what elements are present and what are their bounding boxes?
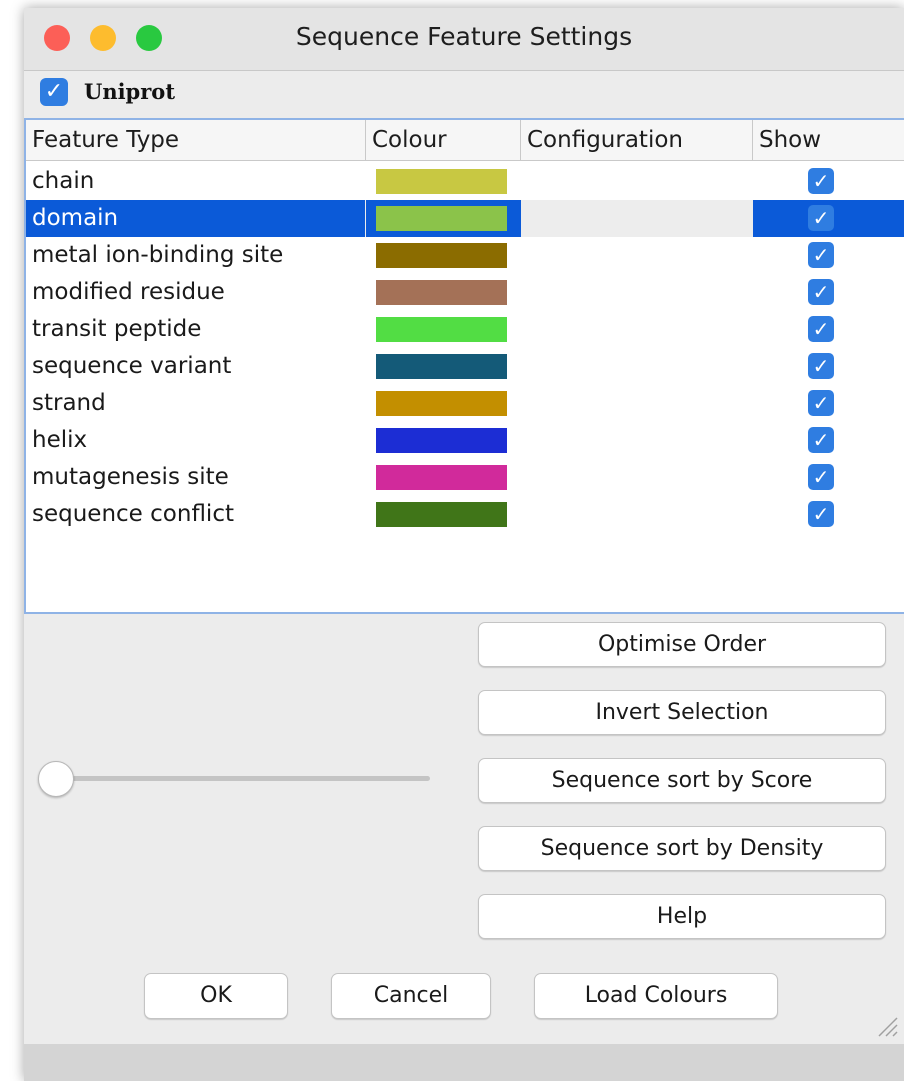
colour-swatch[interactable] <box>376 206 507 231</box>
show-cell: ✓ <box>753 311 904 348</box>
colour-swatch[interactable] <box>376 428 507 453</box>
transparency-slider-track[interactable] <box>58 776 430 781</box>
show-cell: ✓ <box>753 385 904 422</box>
colour-cell <box>366 348 521 385</box>
sequence-feature-settings-window: Sequence Feature Settings ✓ Uniprot Feat… <box>24 8 904 1081</box>
table-header: Feature Type Colour Configuration Show <box>26 120 904 161</box>
show-cell: ✓ <box>753 496 904 533</box>
cancel-button[interactable]: Cancel <box>331 973 491 1019</box>
feature-type-cell[interactable]: strand <box>26 385 365 422</box>
show-checkbox[interactable]: ✓ <box>808 353 834 379</box>
table-row[interactable]: sequence conflict ✓ <box>26 496 904 533</box>
colour-cell <box>366 163 521 200</box>
show-cell: ✓ <box>753 237 904 274</box>
colour-cell <box>366 274 521 311</box>
colour-cell <box>366 422 521 459</box>
window-footer <box>24 1044 904 1081</box>
column-header-configuration[interactable]: Configuration <box>521 120 753 160</box>
colour-cell <box>366 237 521 274</box>
column-header-show[interactable]: Show <box>753 120 904 160</box>
transparency-slider-knob[interactable] <box>38 761 74 797</box>
table-row[interactable]: strand ✓ <box>26 385 904 422</box>
feature-type-cell[interactable]: helix <box>26 422 365 459</box>
colour-cell <box>366 311 521 348</box>
show-checkbox[interactable]: ✓ <box>808 242 834 268</box>
invert-selection-button[interactable]: Invert Selection <box>478 690 886 735</box>
show-checkbox[interactable]: ✓ <box>808 464 834 490</box>
table-row[interactable]: sequence variant ✓ <box>26 348 904 385</box>
help-button[interactable]: Help <box>478 894 886 939</box>
colour-cell <box>366 496 521 533</box>
feature-type-cell[interactable]: domain <box>26 200 365 237</box>
show-cell: ✓ <box>753 200 904 237</box>
table-row[interactable]: chain ✓ <box>26 163 904 200</box>
column-header-feature-type[interactable]: Feature Type <box>26 120 366 160</box>
colour-swatch[interactable] <box>376 317 507 342</box>
table-row[interactable]: modified residue ✓ <box>26 274 904 311</box>
load-colours-button[interactable]: Load Colours <box>534 973 778 1019</box>
table-row[interactable]: helix ✓ <box>26 422 904 459</box>
title-bar: Sequence Feature Settings <box>24 8 904 71</box>
show-checkbox[interactable]: ✓ <box>808 316 834 342</box>
colour-cell <box>366 200 521 237</box>
sort-by-score-button[interactable]: Sequence sort by Score <box>478 758 886 803</box>
show-checkbox[interactable]: ✓ <box>808 205 834 231</box>
table-row[interactable]: mutagenesis site ✓ <box>26 459 904 496</box>
show-cell: ✓ <box>753 348 904 385</box>
table-row[interactable]: transit peptide ✓ <box>26 311 904 348</box>
feature-type-cell[interactable]: metal ion-binding site <box>26 237 365 274</box>
uniprot-checkbox[interactable]: ✓ <box>40 78 68 106</box>
uniprot-label: Uniprot <box>84 79 176 104</box>
column-header-colour[interactable]: Colour <box>366 120 521 160</box>
show-checkbox[interactable]: ✓ <box>808 427 834 453</box>
colour-swatch[interactable] <box>376 391 507 416</box>
show-cell: ✓ <box>753 459 904 496</box>
feature-type-cell[interactable]: transit peptide <box>26 311 365 348</box>
table-row[interactable]: metal ion-binding site ✓ <box>26 237 904 274</box>
resize-grip-icon[interactable] <box>869 1008 899 1038</box>
optimise-order-button[interactable]: Optimise Order <box>478 622 886 667</box>
feature-type-cell[interactable]: sequence conflict <box>26 496 365 533</box>
show-checkbox[interactable]: ✓ <box>808 390 834 416</box>
show-cell: ✓ <box>753 274 904 311</box>
show-checkbox[interactable]: ✓ <box>808 279 834 305</box>
table-row-selected[interactable]: domain ✓ <box>26 200 904 237</box>
colour-swatch[interactable] <box>376 243 507 268</box>
feature-type-cell[interactable]: chain <box>26 163 365 200</box>
sort-by-density-button[interactable]: Sequence sort by Density <box>478 826 886 871</box>
colour-swatch[interactable] <box>376 280 507 305</box>
show-checkbox[interactable]: ✓ <box>808 168 834 194</box>
colour-swatch[interactable] <box>376 465 507 490</box>
colour-swatch[interactable] <box>376 354 507 379</box>
show-cell: ✓ <box>753 163 904 200</box>
show-checkbox[interactable]: ✓ <box>808 501 834 527</box>
colour-cell <box>366 385 521 422</box>
feature-type-cell[interactable]: mutagenesis site <box>26 459 365 496</box>
ok-button[interactable]: OK <box>144 973 288 1019</box>
colour-swatch[interactable] <box>376 502 507 527</box>
colour-swatch[interactable] <box>376 169 507 194</box>
window-title: Sequence Feature Settings <box>295 22 633 51</box>
feature-table: Feature Type Colour Configuration Show c… <box>24 118 904 614</box>
feature-type-cell[interactable]: modified residue <box>26 274 365 311</box>
feature-type-cell[interactable]: sequence variant <box>26 348 365 385</box>
colour-cell <box>366 459 521 496</box>
show-cell: ✓ <box>753 422 904 459</box>
